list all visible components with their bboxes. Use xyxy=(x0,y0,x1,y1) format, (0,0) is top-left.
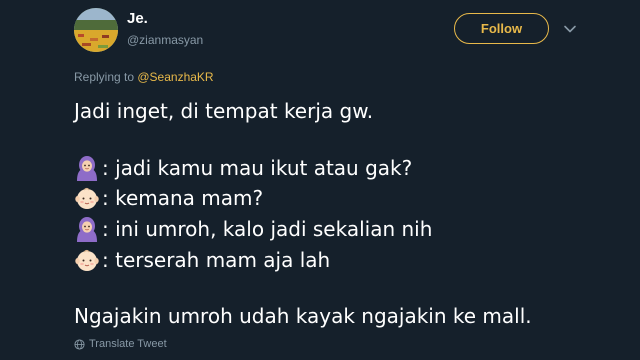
dialog-text: : jadi kamu mau ikut atau gak? xyxy=(102,156,413,180)
tweet-card: Je. @zianmasyan Follow Replying to @Sean… xyxy=(0,0,640,360)
author-handle[interactable]: @zianmasyan xyxy=(127,33,203,47)
woman-hijab-emoji-icon xyxy=(77,217,97,242)
baby-face-emoji-icon xyxy=(75,187,99,209)
tweet-intro: Jadi inget, di tempat kerja gw. xyxy=(74,99,374,123)
reply-mention-link[interactable]: @SeanzhaKR xyxy=(137,70,213,84)
avatar[interactable] xyxy=(74,8,118,52)
follow-button[interactable]: Follow xyxy=(454,13,549,44)
translate-label: Translate Tweet xyxy=(89,338,167,350)
woman-hijab-emoji-icon xyxy=(77,156,97,181)
translate-tweet-link[interactable]: Translate Tweet xyxy=(74,338,167,350)
reply-context: Replying to @SeanzhaKR xyxy=(74,70,214,84)
dialog-line: : jadi kamu mau ikut atau gak? xyxy=(74,154,412,182)
baby-face-emoji-icon xyxy=(75,249,99,271)
dialog-line: : ini umroh, kalo jadi sekalian nih xyxy=(74,215,432,243)
dialog-text: : kemana mam? xyxy=(102,186,264,210)
reply-prefix: Replying to xyxy=(74,70,138,84)
author-display-name[interactable]: Je. xyxy=(127,10,148,27)
globe-icon xyxy=(74,338,85,350)
tweet-closing: Ngajakin umroh udah kayak ngajakin ke ma… xyxy=(74,304,532,328)
dialog-text: : ini umroh, kalo jadi sekalian nih xyxy=(102,217,433,241)
dialog-text: : terserah mam aja lah xyxy=(102,248,331,272)
dialog-line: : kemana mam? xyxy=(74,184,263,212)
dialog-line: : terserah mam aja lah xyxy=(74,246,330,274)
chevron-down-icon[interactable] xyxy=(563,22,577,36)
